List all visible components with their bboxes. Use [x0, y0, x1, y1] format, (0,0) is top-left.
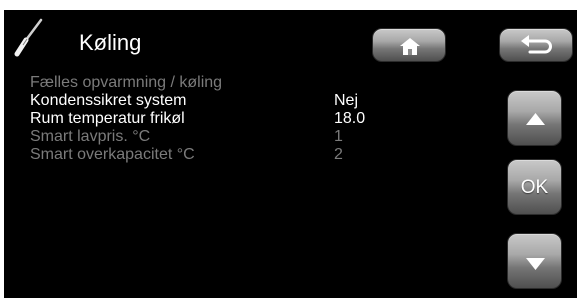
- back-button[interactable]: [499, 28, 573, 62]
- setting-value: 1: [334, 128, 343, 145]
- arrow-up-icon: [526, 113, 545, 125]
- setting-row-rum-temperatur-frikol[interactable]: Rum temperatur frikøl 18.0: [30, 110, 490, 128]
- setting-value: Nej: [334, 92, 359, 109]
- page-title: Køling: [79, 30, 142, 55]
- ok-button[interactable]: OK: [507, 159, 562, 215]
- setting-label: Smart lavpris. °C: [30, 128, 151, 145]
- setting-value: 2: [334, 146, 343, 163]
- setting-label: Fælles opvarmning / køling: [30, 74, 223, 91]
- arrow-down-icon: [526, 258, 545, 270]
- screwdriver-icon: [14, 18, 44, 58]
- setting-row-smart-lavpris: Smart lavpris. °C 1: [30, 128, 490, 146]
- scroll-down-button[interactable]: [507, 233, 562, 289]
- scroll-up-button[interactable]: [507, 90, 562, 146]
- setting-label: Rum temperatur frikøl: [30, 110, 185, 127]
- setting-row-faelles-opvarmning: Fælles opvarmning / køling: [30, 74, 490, 92]
- setting-value: 18.0: [334, 110, 366, 127]
- ok-button-label: OK: [520, 176, 549, 198]
- setting-row-smart-overkapacitet: Smart overkapacitet °C 2: [30, 146, 490, 164]
- home-icon: [400, 38, 420, 55]
- display-screen: Køling Fælles opvarmning / køling Konden…: [4, 10, 577, 298]
- back-arrow-icon: [521, 35, 552, 54]
- setting-label: Smart overkapacitet °C: [30, 146, 195, 163]
- setting-label: Kondenssikret system: [30, 92, 187, 109]
- settings-list: Fælles opvarmning / køling Kondenssikret…: [30, 74, 490, 164]
- home-button[interactable]: [372, 28, 446, 62]
- setting-row-kondenssikret-system[interactable]: Kondenssikret system Nej: [30, 92, 490, 110]
